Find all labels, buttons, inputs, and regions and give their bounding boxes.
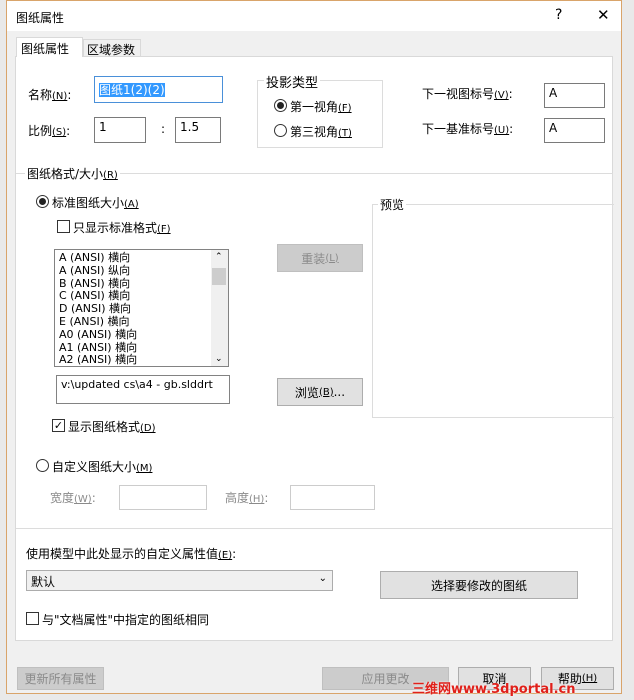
scroll-up-icon[interactable]: ⌃: [215, 252, 223, 262]
sheet-size-item[interactable]: A (ANSI) 横向: [59, 251, 224, 265]
scroll-down-icon[interactable]: ⌄: [215, 354, 223, 364]
show-format-label: 显示图纸格式(D): [68, 420, 156, 434]
scale-label: 比例(S):: [28, 124, 71, 138]
scale-denominator-input[interactable]: 1.5: [175, 117, 221, 143]
browse-button[interactable]: 浏览 (B)...: [277, 378, 363, 406]
third-angle-label: 第三视角(T): [290, 125, 352, 139]
close-icon[interactable]: ✕: [597, 6, 610, 24]
tab-sheet-properties[interactable]: 图纸属性: [16, 37, 83, 57]
sheet-size-item[interactable]: E (ANSI) 横向: [59, 315, 224, 329]
next-view-label: 下一视图标号(V):: [422, 87, 513, 101]
custom-size-label: 自定义图纸大小(M): [52, 460, 153, 474]
sheet-size-item[interactable]: A0 (ANSI) 横向: [59, 328, 224, 342]
watermark: 三维网www.3dportal.cn: [412, 682, 576, 697]
tab-panel: 名称(N): 图纸1(2)(2) 比例(S): 1 : 1.5 投影类型 第一视…: [15, 56, 614, 641]
first-angle-radio[interactable]: [274, 99, 287, 112]
tab-label: 区域参数: [87, 43, 136, 57]
scale-separator: :: [161, 122, 166, 136]
next-view-input[interactable]: A: [544, 83, 605, 108]
width-input[interactable]: [119, 485, 207, 510]
tab-label: 图纸属性: [21, 42, 70, 56]
name-input[interactable]: 图纸1(2)(2): [94, 76, 223, 103]
same-as-doc-checkbox[interactable]: [26, 612, 39, 625]
first-angle-label: 第一视角(F): [290, 100, 352, 114]
preview-title: 预览: [378, 196, 407, 213]
title-bar: 图纸属性 ? ✕: [7, 1, 621, 31]
help-icon[interactable]: ?: [555, 7, 562, 23]
list-scrollbar[interactable]: ⌃ ⌄: [211, 250, 228, 366]
custom-props-dropdown[interactable]: 默认 ⌄: [26, 570, 333, 591]
scroll-thumb[interactable]: [212, 268, 226, 285]
height-input[interactable]: [290, 485, 375, 510]
show-format-checkbox[interactable]: ✓: [52, 419, 65, 432]
update-all-button[interactable]: 更新所有属性: [17, 667, 104, 690]
dialog-title: 图纸属性: [16, 11, 65, 25]
projection-type-title: 投影类型: [264, 72, 321, 91]
scale-numerator-input[interactable]: 1: [94, 117, 146, 143]
height-label: 高度(H):: [225, 491, 269, 505]
chevron-down-icon: ⌄: [318, 573, 327, 584]
standard-size-radio[interactable]: [36, 195, 49, 208]
same-as-doc-label: 与"文档属性"中指定的图纸相同: [42, 613, 210, 627]
custom-size-radio[interactable]: [36, 459, 49, 472]
sheet-properties-dialog: 图纸属性 ? ✕ 图纸属性 区域参数 名称(N): 图纸1(2)(2) 比例(S…: [6, 0, 622, 694]
sheet-size-item[interactable]: A2 (ANSI) 横向: [59, 354, 224, 366]
tab-zone-parameters[interactable]: 区域参数: [83, 39, 141, 57]
sheet-format-title: 图纸格式/大小(R): [25, 165, 120, 182]
next-datum-label: 下一基准标号(U):: [422, 122, 514, 136]
reload-button[interactable]: 重装 (L): [277, 244, 363, 272]
sheet-size-list[interactable]: A (ANSI) 横向 A (ANSI) 纵向 B (ANSI) 横向 C (ANSI…: [54, 249, 229, 367]
sheet-size-item[interactable]: A (ANSI) 纵向: [59, 264, 224, 278]
standard-size-label: 标准图纸大小(A): [52, 196, 139, 210]
preview-group: [372, 204, 614, 418]
next-datum-input[interactable]: A: [544, 118, 605, 143]
select-sheets-button[interactable]: 选择要修改的图纸: [380, 571, 578, 599]
custom-props-label: 使用模型中此处显示的自定义属性值(E):: [26, 547, 237, 561]
only-standard-checkbox[interactable]: [57, 220, 70, 233]
name-label: 名称(N):: [28, 88, 72, 102]
third-angle-radio[interactable]: [274, 124, 287, 137]
only-standard-label: 只显示标准格式(F): [73, 221, 171, 235]
format-path-field[interactable]: v:\updated cs\a4 - gb.slddrt: [56, 375, 230, 404]
width-label: 宽度(W):: [50, 491, 96, 505]
